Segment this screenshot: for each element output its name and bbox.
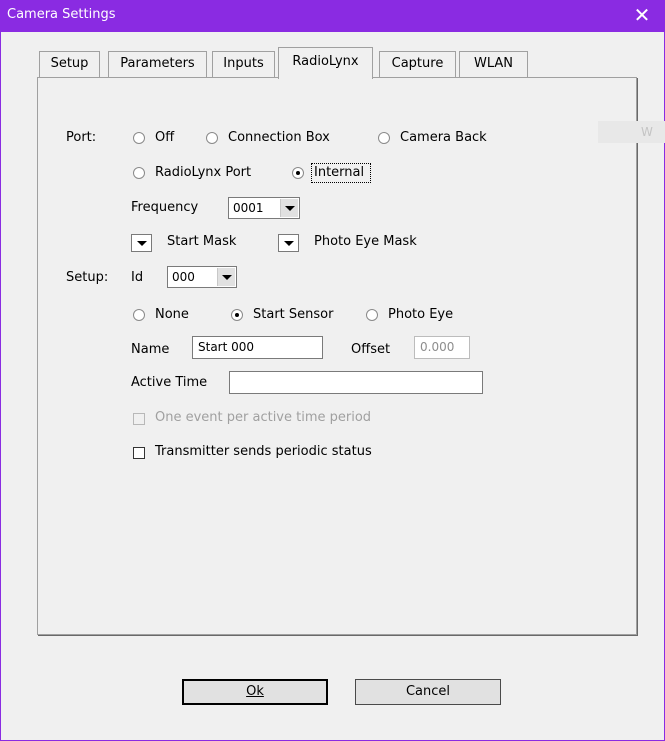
- offset-field[interactable]: 0.000: [414, 336, 470, 359]
- port-connection-box-radio[interactable]: [206, 132, 218, 144]
- name-label: Name: [131, 342, 170, 357]
- ok-button-label: Ok: [246, 684, 264, 699]
- tab-label: Setup: [50, 56, 89, 71]
- sensor-start-sensor-label[interactable]: Start Sensor: [253, 307, 333, 322]
- tab-setup[interactable]: Setup: [39, 51, 100, 77]
- id-label: Id: [131, 270, 144, 285]
- ok-button[interactable]: Ok: [182, 679, 328, 705]
- sensor-photo-eye-radio[interactable]: [366, 309, 378, 321]
- port-radiolynx-port-radio[interactable]: [133, 167, 145, 179]
- id-value: 000: [172, 270, 195, 284]
- port-camera-back-radio[interactable]: [378, 132, 390, 144]
- start-mask-dropdown-button[interactable]: [131, 234, 152, 252]
- id-select[interactable]: 000: [167, 266, 237, 288]
- tab-parameters[interactable]: Parameters: [108, 51, 207, 77]
- tab-label: Capture: [391, 56, 444, 71]
- window-title: Camera Settings: [7, 7, 116, 22]
- photo-eye-mask-label: Photo Eye Mask: [314, 234, 417, 249]
- one-event-label: One event per active time period: [155, 410, 372, 425]
- port-off-radio[interactable]: [133, 132, 145, 144]
- radiolynx-panel: [37, 77, 637, 635]
- one-event-checkbox[interactable]: [133, 413, 145, 425]
- sensor-none-radio[interactable]: [133, 309, 145, 321]
- periodic-status-checkbox[interactable]: [133, 447, 145, 459]
- frequency-value: 0001: [233, 201, 264, 215]
- cancel-button[interactable]: Cancel: [355, 679, 501, 705]
- port-off-label[interactable]: Off: [155, 130, 174, 145]
- tab-label: Parameters: [120, 56, 195, 71]
- tab-label: Inputs: [223, 56, 264, 71]
- active-time-field[interactable]: [229, 371, 483, 394]
- port-radiolynx-port-label[interactable]: RadioLynx Port: [155, 165, 251, 180]
- close-icon[interactable]: ✕: [619, 0, 665, 32]
- focus-rectangle: [311, 163, 371, 183]
- tab-wlan[interactable]: WLAN: [459, 51, 528, 77]
- frequency-label: Frequency: [131, 200, 199, 215]
- cancel-button-label: Cancel: [405, 684, 451, 699]
- offset-label: Offset: [351, 342, 391, 357]
- sensor-start-sensor-radio[interactable]: [231, 309, 243, 321]
- sensor-none-label[interactable]: None: [155, 307, 189, 322]
- sensor-photo-eye-label[interactable]: Photo Eye: [388, 307, 453, 322]
- frequency-select[interactable]: 0001: [228, 197, 300, 219]
- tab-label: RadioLynx: [292, 54, 359, 69]
- port-camera-back-label[interactable]: Camera Back: [400, 130, 487, 145]
- start-mask-label: Start Mask: [167, 234, 237, 249]
- chevron-down-icon[interactable]: [217, 268, 235, 286]
- port-label: Port:: [66, 130, 97, 145]
- periodic-status-label: Transmitter sends periodic status: [155, 444, 372, 459]
- name-field[interactable]: Start 000: [192, 336, 323, 359]
- tab-inputs[interactable]: Inputs: [212, 51, 275, 77]
- port-connection-box-label[interactable]: Connection Box: [228, 130, 330, 145]
- title-bar: Camera Settings ✕: [0, 0, 665, 32]
- background-window-fragment: W: [598, 121, 665, 143]
- tab-radiolynx[interactable]: RadioLynx: [278, 47, 373, 79]
- window-border-left: [0, 32, 1, 741]
- port-internal-radio[interactable]: [292, 167, 304, 179]
- chevron-down-icon[interactable]: [280, 199, 298, 217]
- tab-capture[interactable]: Capture: [379, 51, 456, 77]
- tab-label: WLAN: [473, 56, 513, 71]
- setup-label: Setup:: [66, 270, 109, 285]
- active-time-label: Active Time: [131, 375, 208, 390]
- photo-eye-mask-dropdown-button[interactable]: [278, 234, 299, 252]
